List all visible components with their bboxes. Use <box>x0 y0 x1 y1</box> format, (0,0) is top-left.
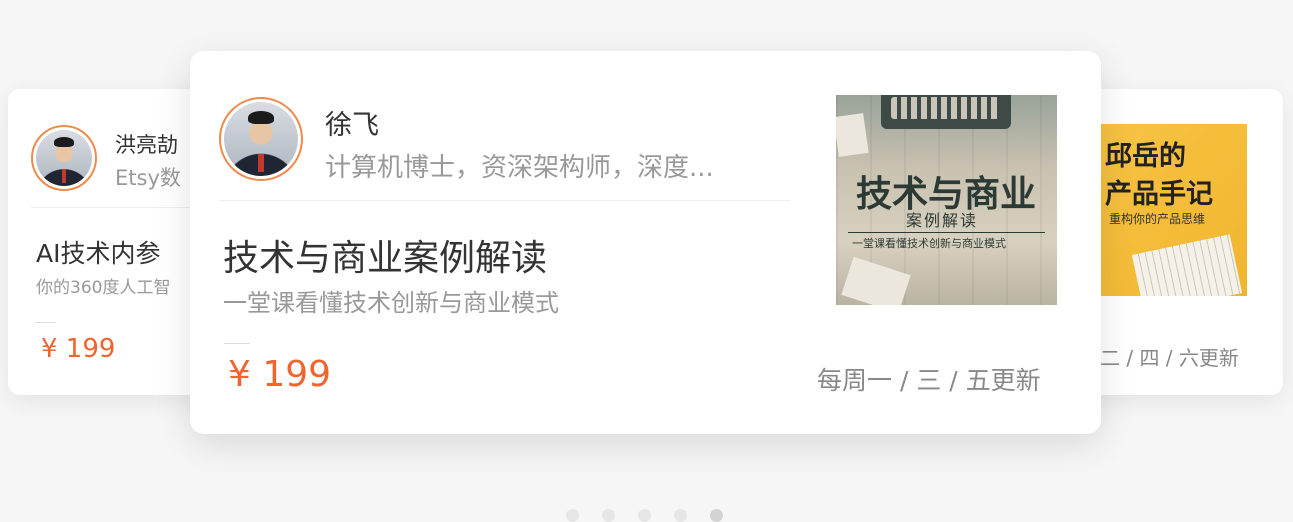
update-schedule: 每周一 / 三 / 五更新 <box>817 366 1041 395</box>
course-cover-image: 邱岳的 产品手记 重构你的产品思维 <box>1097 124 1247 296</box>
course-carousel[interactable]: 洪亮劼 Etsy数 AI技术内参 你的360度人工智 ¥ 199 邱岳的 产品手… <box>0 0 1293 522</box>
course-cover-image: 技术与商业 案例解读 一堂课看懂技术创新与商业模式 <box>836 95 1057 305</box>
course-title: AI技术内参 <box>36 239 161 268</box>
paper-illustration <box>836 113 869 157</box>
cover-tagline: 一堂课看懂技术创新与商业模式 <box>852 237 1006 250</box>
pagination-dot-active[interactable] <box>710 509 723 522</box>
author-avatar <box>31 125 97 191</box>
course-card-active[interactable]: 徐飞 计算机博士，资深架构师，深度... 技术与商业案例解读 一堂课看懂技术创新… <box>190 51 1101 434</box>
course-subtitle: 你的360度人工智 <box>36 278 171 298</box>
pagination-dot[interactable] <box>566 509 579 522</box>
divider-short <box>224 343 250 344</box>
course-price: ¥ 199 <box>228 354 332 395</box>
author-name: 徐飞 <box>325 110 379 141</box>
author-description: Etsy数 <box>115 166 181 190</box>
course-title: 技术与商业案例解读 <box>223 238 548 279</box>
pagination-dot[interactable] <box>638 509 651 522</box>
author-description: 计算机博士，资深架构师，深度... <box>325 153 714 183</box>
divider-short <box>36 322 56 323</box>
author-name: 洪亮劼 <box>115 133 178 157</box>
author-avatar <box>219 97 303 181</box>
pagination-dot[interactable] <box>602 509 615 522</box>
paper-illustration <box>841 256 911 305</box>
cover-rule <box>848 232 1045 233</box>
sketch-illustration <box>1131 234 1243 296</box>
typewriter-keys <box>891 97 1001 119</box>
cover-tagline: 重构你的产品思维 <box>1109 212 1206 226</box>
cover-title-line1: 邱岳的 <box>1105 141 1186 172</box>
pagination-dot[interactable] <box>674 509 687 522</box>
cover-subtitle: 案例解读 <box>906 211 979 230</box>
cover-title-line2: 产品手记 <box>1105 179 1213 210</box>
course-subtitle: 一堂课看懂技术创新与商业模式 <box>223 289 559 317</box>
carousel-pagination <box>566 509 723 522</box>
course-price: ¥ 199 <box>41 334 116 364</box>
divider <box>219 200 790 201</box>
update-schedule: 二 / 四 / 六更新 <box>1100 346 1239 370</box>
